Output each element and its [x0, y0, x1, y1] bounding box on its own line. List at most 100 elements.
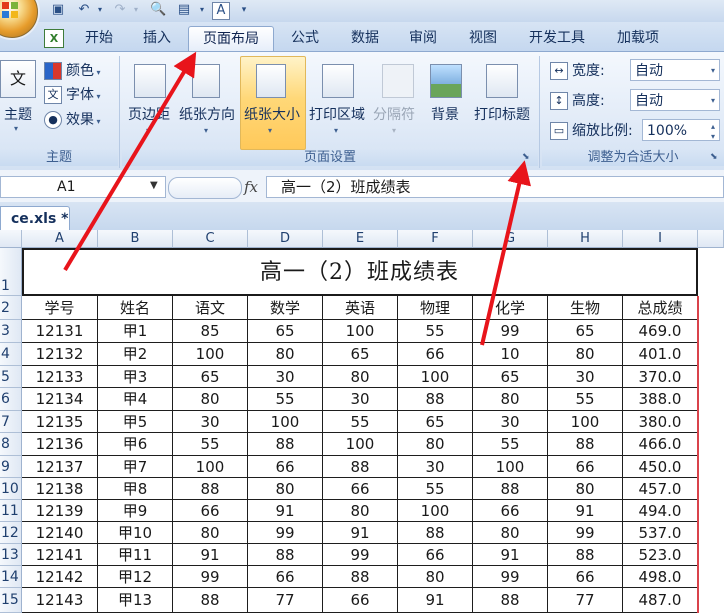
insert-function-icon[interactable]: fx: [244, 178, 258, 196]
themes-dropdown-icon[interactable]: ▾: [14, 124, 18, 133]
data-cell[interactable]: 30: [248, 366, 323, 388]
data-cell[interactable]: 469.0: [623, 320, 698, 343]
column-header[interactable]: H: [548, 230, 623, 248]
column-header[interactable]: B: [98, 230, 173, 248]
data-cell[interactable]: 494.0: [623, 500, 698, 522]
data-cell[interactable]: 甲3: [98, 366, 173, 388]
data-cell[interactable]: 10: [473, 343, 548, 366]
data-cell[interactable]: 100: [398, 366, 473, 388]
data-cell[interactable]: 66: [173, 500, 248, 522]
row-header[interactable]: 15: [0, 588, 22, 613]
margins-icon[interactable]: [134, 64, 166, 98]
header-cell[interactable]: 英语: [323, 296, 398, 320]
print-preview-icon[interactable]: 🔍: [150, 2, 166, 18]
data-cell[interactable]: 100: [173, 456, 248, 478]
data-cell[interactable]: 85: [173, 320, 248, 343]
height-select[interactable]: 自动 ▾: [630, 89, 720, 111]
data-cell[interactable]: 99: [323, 544, 398, 566]
data-cell[interactable]: 66: [398, 343, 473, 366]
data-cell[interactable]: 55: [173, 433, 248, 456]
data-cell[interactable]: 80: [248, 478, 323, 500]
header-cell[interactable]: 语文: [173, 296, 248, 320]
orientation-icon[interactable]: [192, 64, 220, 98]
tab-view[interactable]: 视图: [458, 26, 508, 50]
data-cell[interactable]: 88: [473, 588, 548, 613]
formula-input[interactable]: 高一（2）班成绩表: [266, 176, 724, 198]
redo-dropdown-icon[interactable]: ▾: [128, 2, 144, 18]
data-cell[interactable]: 12131: [22, 320, 98, 343]
data-cell[interactable]: 甲8: [98, 478, 173, 500]
data-cell[interactable]: 甲10: [98, 522, 173, 544]
data-cell[interactable]: 30: [173, 411, 248, 433]
data-cell[interactable]: 30: [473, 411, 548, 433]
data-cell[interactable]: 80: [398, 433, 473, 456]
data-cell[interactable]: 12136: [22, 433, 98, 456]
data-cell[interactable]: 450.0: [623, 456, 698, 478]
print-area-button[interactable]: 打印区域: [306, 104, 368, 124]
row-header[interactable]: 11: [0, 500, 22, 522]
page-setup-launcher-icon[interactable]: ⬊: [522, 152, 532, 162]
themes-icon[interactable]: 文: [0, 60, 36, 98]
data-cell[interactable]: 30: [548, 366, 623, 388]
data-cell[interactable]: 88: [323, 456, 398, 478]
row-header[interactable]: 9: [0, 456, 22, 478]
data-cell[interactable]: 甲6: [98, 433, 173, 456]
data-cell[interactable]: 66: [548, 566, 623, 588]
header-cell[interactable]: 数学: [248, 296, 323, 320]
data-cell[interactable]: 甲4: [98, 388, 173, 411]
data-cell[interactable]: 30: [323, 388, 398, 411]
data-cell[interactable]: 甲5: [98, 411, 173, 433]
tab-formulas[interactable]: 公式: [280, 26, 330, 50]
data-cell[interactable]: 55: [248, 388, 323, 411]
row-header[interactable]: 2: [0, 296, 22, 320]
data-cell[interactable]: 甲1: [98, 320, 173, 343]
data-cell[interactable]: 77: [548, 588, 623, 613]
data-cell[interactable]: 55: [398, 478, 473, 500]
data-cell[interactable]: 65: [173, 366, 248, 388]
undo-dropdown-icon[interactable]: ▾: [92, 2, 108, 18]
column-header[interactable]: E: [323, 230, 398, 248]
data-cell[interactable]: 80: [548, 343, 623, 366]
row-header[interactable]: 13: [0, 544, 22, 566]
data-cell[interactable]: 甲13: [98, 588, 173, 613]
data-cell[interactable]: 55: [548, 388, 623, 411]
data-cell[interactable]: 12132: [22, 343, 98, 366]
scale-spinner[interactable]: 100% ▴ ▾: [642, 119, 720, 141]
tab-review[interactable]: 审阅: [398, 26, 448, 50]
orientation-dropdown-icon[interactable]: ▾: [204, 126, 208, 135]
data-cell[interactable]: 80: [323, 366, 398, 388]
data-cell[interactable]: 88: [248, 433, 323, 456]
data-cell[interactable]: 55: [323, 411, 398, 433]
data-cell[interactable]: 88: [548, 433, 623, 456]
data-cell[interactable]: 88: [173, 478, 248, 500]
tab-home[interactable]: 开始: [74, 26, 124, 50]
margins-button[interactable]: 页边距: [124, 104, 174, 124]
data-cell[interactable]: 99: [473, 320, 548, 343]
data-cell[interactable]: 66: [248, 566, 323, 588]
data-cell[interactable]: 12135: [22, 411, 98, 433]
header-cell[interactable]: 生物: [548, 296, 623, 320]
data-cell[interactable]: 66: [398, 544, 473, 566]
header-cell[interactable]: 总成绩: [623, 296, 698, 320]
column-header[interactable]: I: [623, 230, 698, 248]
data-cell[interactable]: 466.0: [623, 433, 698, 456]
background-button[interactable]: 背景: [422, 104, 468, 124]
data-cell[interactable]: 甲12: [98, 566, 173, 588]
data-cell[interactable]: 77: [248, 588, 323, 613]
colors-button[interactable]: 颜色 ▾: [44, 60, 116, 82]
data-cell[interactable]: 80: [248, 343, 323, 366]
data-cell[interactable]: 99: [473, 566, 548, 588]
undo-icon[interactable]: ↶: [76, 2, 92, 18]
data-cell[interactable]: 88: [173, 588, 248, 613]
data-cell[interactable]: 甲11: [98, 544, 173, 566]
data-cell[interactable]: 12137: [22, 456, 98, 478]
header-cell[interactable]: 学号: [22, 296, 98, 320]
data-cell[interactable]: 12142: [22, 566, 98, 588]
print-titles-button[interactable]: 打印标题: [470, 104, 534, 124]
data-cell[interactable]: 66: [323, 588, 398, 613]
data-cell[interactable]: 100: [248, 411, 323, 433]
data-cell[interactable]: 66: [248, 456, 323, 478]
data-cell[interactable]: 80: [548, 478, 623, 500]
background-icon[interactable]: [430, 64, 462, 98]
redo-icon[interactable]: ↷: [112, 2, 128, 18]
